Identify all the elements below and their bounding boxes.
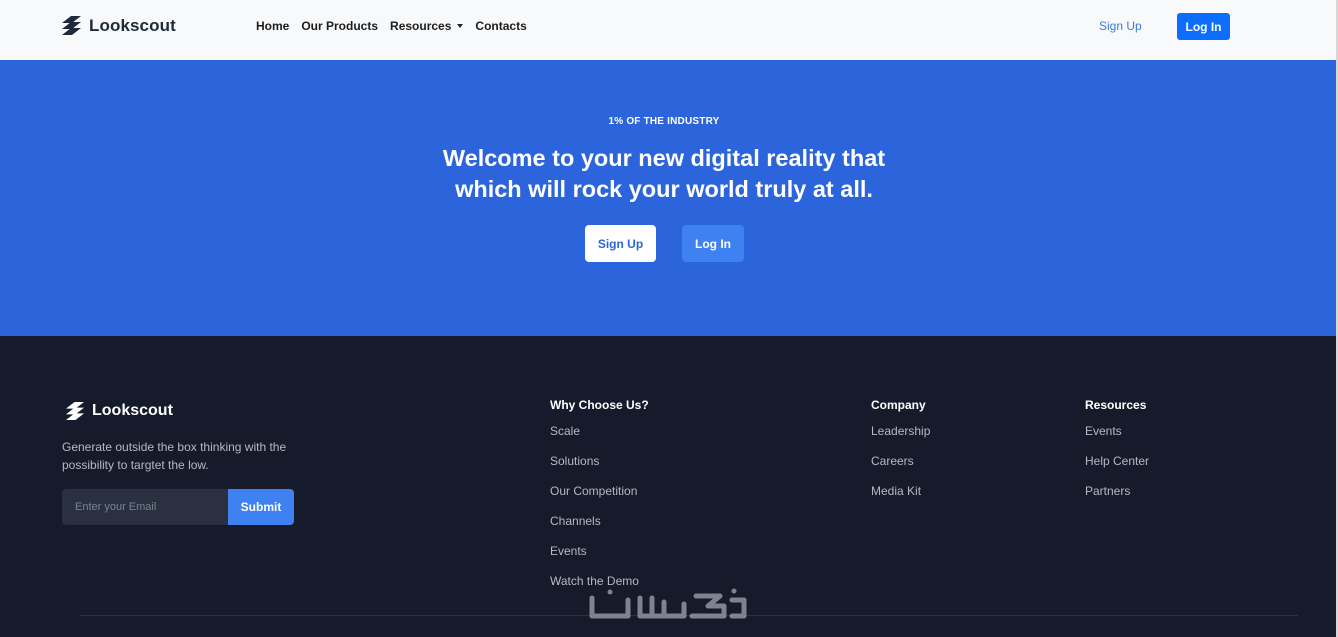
watermark-logo-icon	[589, 588, 747, 619]
footer-link-events[interactable]: Events	[550, 542, 649, 572]
newsletter-form: Submit	[62, 489, 294, 525]
footer-link-help-center[interactable]: Help Center	[1085, 452, 1149, 482]
footer-link-careers[interactable]: Careers	[871, 452, 930, 482]
footer-link-solutions[interactable]: Solutions	[550, 452, 649, 482]
submit-button[interactable]: Submit	[228, 489, 294, 525]
footer-link-leadership[interactable]: Leadership	[871, 422, 930, 452]
footer-link-channels[interactable]: Channels	[550, 512, 649, 542]
footer-column-heading: Company	[871, 398, 926, 412]
footer: Lookscout Generate outside the box think…	[0, 336, 1338, 637]
hero-headline-line-1: Welcome to your new digital reality that	[442, 145, 886, 171]
footer-link-partners[interactable]: Partners	[1085, 482, 1149, 512]
footer-link-our-competition[interactable]: Our Competition	[550, 482, 649, 512]
hero-sign-up-button[interactable]: Sign Up	[585, 225, 656, 262]
footer-link-media-kit[interactable]: Media Kit	[871, 482, 930, 512]
header-log-in-button[interactable]: Log In	[1177, 13, 1230, 40]
brand-name: Lookscout	[89, 15, 176, 35]
nav-item-contacts[interactable]: Contacts	[475, 19, 526, 33]
top-navbar: Lookscout Home Our Products Resources Co…	[0, 0, 1338, 60]
email-input[interactable]	[62, 489, 228, 525]
main-nav: Home Our Products Resources Contacts	[256, 19, 527, 33]
footer-column-resources: Resources Events Help Center Partners	[1085, 398, 1149, 512]
footer-column-company: Company Leadership Careers Media Kit	[871, 398, 930, 512]
nav-item-our-products[interactable]: Our Products	[301, 19, 378, 33]
hero-section: 1% OF THE INDUSTRY Welcome to your new d…	[0, 60, 1338, 336]
hero-eyebrow: 1% OF THE INDUSTRY	[608, 116, 720, 127]
footer-brand-name: Lookscout	[92, 402, 173, 419]
nav-item-home[interactable]: Home	[256, 19, 289, 33]
footer-column-heading: Why Choose Us?	[550, 398, 649, 412]
hero-headline-line-2: which will rock your world truly at all.	[455, 176, 873, 202]
footer-column-heading: Resources	[1085, 398, 1147, 412]
nav-item-resources[interactable]: Resources	[390, 19, 464, 33]
caret-down-icon	[457, 24, 464, 28]
footer-link-scale[interactable]: Scale	[550, 422, 649, 452]
footer-brand[interactable]: Lookscout	[65, 401, 173, 421]
brand-logo-icon	[62, 16, 81, 35]
hero-log-in-button[interactable]: Log In	[682, 225, 744, 262]
nav-item-resources-label: Resources	[390, 19, 452, 33]
brand[interactable]: Lookscout	[61, 15, 176, 36]
hero-headline: Welcome to your new digital reality that…	[0, 143, 1328, 205]
footer-link-events[interactable]: Events	[1085, 422, 1149, 452]
header-sign-up-link[interactable]: Sign Up	[1099, 19, 1142, 33]
footer-brand-logo-icon	[65, 401, 85, 421]
footer-tagline: Generate outside the box thinking with t…	[62, 440, 287, 472]
footer-column-why-choose-us: Why Choose Us? Scale Solutions Our Compe…	[550, 398, 649, 602]
